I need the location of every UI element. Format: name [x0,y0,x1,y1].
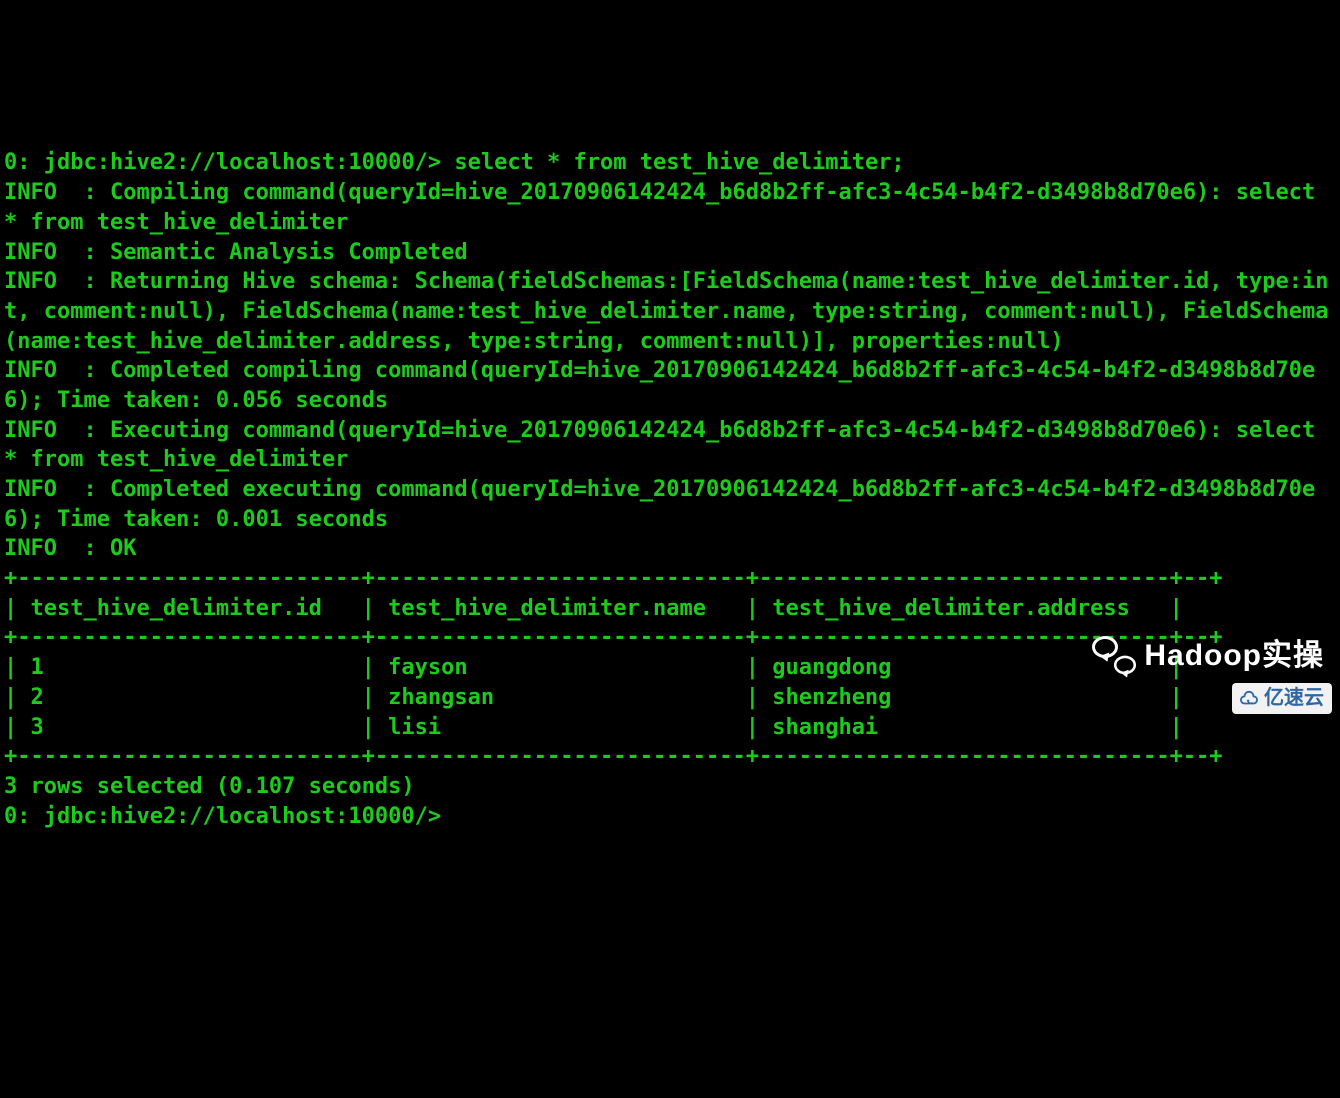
log-line: INFO : Semantic Analysis Completed [4,240,468,265]
result-footer: 3 rows selected (0.107 seconds) [4,774,415,799]
table-separator: +--------------------------+------------… [4,625,1223,650]
log-line: INFO : Completed compiling command(query… [4,358,1315,413]
table-separator: +--------------------------+------------… [4,566,1223,591]
log-line: INFO : OK [4,536,136,561]
log-line: INFO : Executing command(queryId=hive_20… [4,418,1329,473]
sql-command: select * from test_hive_delimiter; [454,150,904,175]
prompt-line[interactable]: 0: jdbc:hive2://localhost:10000/> select… [4,150,905,175]
prompt: 0: jdbc:hive2://localhost:10000/> [4,804,441,829]
table-row: | 3 | lisi | shanghai | [4,715,1183,740]
log-line: INFO : Compiling command(queryId=hive_20… [4,180,1329,235]
table-separator: +--------------------------+------------… [4,744,1223,769]
table-row: | 1 | fayson | guangdong | [4,655,1183,680]
log-line: INFO : Returning Hive schema: Schema(fie… [4,269,1329,353]
log-line: INFO : Completed executing command(query… [4,477,1315,532]
prompt-line[interactable]: 0: jdbc:hive2://localhost:10000/> [4,804,441,829]
table-header: | test_hive_delimiter.id | test_hive_del… [4,596,1183,621]
table-row: | 2 | zhangsan | shenzheng | [4,685,1183,710]
prompt: 0: jdbc:hive2://localhost:10000/> [4,150,441,175]
terminal-output: 0: jdbc:hive2://localhost:10000/> select… [4,119,1336,832]
